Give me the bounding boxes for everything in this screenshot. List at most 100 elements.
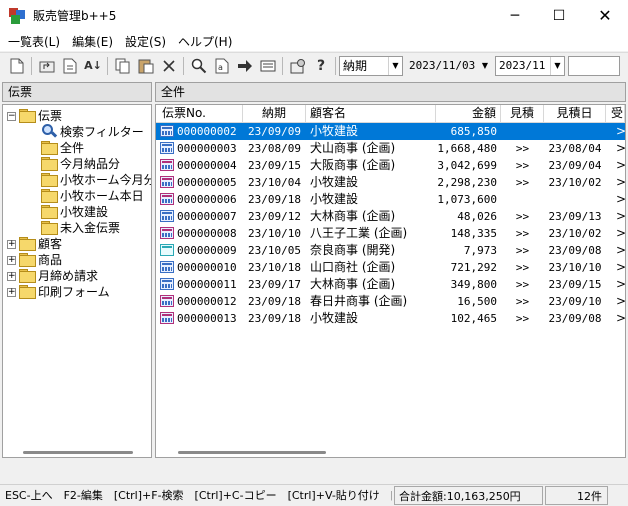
- left-pane-header: 伝票: [2, 82, 152, 102]
- cell-estimate: >>: [515, 159, 530, 172]
- slip-icon: [160, 278, 174, 290]
- slip-list: 伝票No. 納期 顧客名 金額 見積 見積日 受 000000002 23/09/…: [155, 104, 626, 458]
- table-row[interactable]: 000000012 23/09/18 春日井商事 (企画) 16,500 >> 23/09…: [156, 293, 625, 310]
- copy-icon[interactable]: [112, 55, 134, 77]
- cell-customer: 小牧建設: [310, 192, 359, 206]
- help-icon[interactable]: ?: [310, 55, 332, 77]
- tree-item-slips[interactable]: 伝票: [19, 107, 62, 123]
- table-row[interactable]: 000000002 23/09/09 小牧建設 685,850 >: [156, 123, 625, 140]
- cell-amount: 2,298,230: [437, 176, 497, 189]
- properties-doc-icon[interactable]: [59, 55, 81, 77]
- up-folder-icon[interactable]: [36, 55, 58, 77]
- menu-help[interactable]: ヘルプ(H): [172, 33, 238, 50]
- search-input[interactable]: [568, 55, 620, 76]
- maximize-button[interactable]: ☐: [536, 0, 582, 31]
- column-header-customer[interactable]: 顧客名: [306, 105, 436, 123]
- column-header-estimate-date[interactable]: 見積日: [544, 105, 606, 123]
- cell-customer: 奈良商事 (開発): [310, 243, 396, 257]
- cell-slip-no: 000000003: [177, 142, 237, 155]
- delete-icon[interactable]: [158, 55, 180, 77]
- cell-estimate: >>: [515, 295, 530, 308]
- cell-received: >: [616, 191, 625, 208]
- month-select[interactable]: 2023/11 ▼: [495, 55, 565, 76]
- date-picker[interactable]: 2023/11/03 ▼: [406, 56, 492, 76]
- chevron-down-icon[interactable]: ▼: [478, 57, 492, 75]
- tree-item-this-month[interactable]: 今月納品分: [41, 155, 120, 171]
- collapse-toggle[interactable]: −: [7, 112, 16, 121]
- chevron-down-icon[interactable]: ▼: [550, 56, 564, 75]
- menu-edit[interactable]: 編集(E): [66, 33, 119, 50]
- column-header-amount[interactable]: 金額: [436, 105, 501, 123]
- close-button[interactable]: ✕: [582, 0, 628, 31]
- menu-list[interactable]: 一覧表(L): [2, 33, 66, 50]
- cell-slip-no: 000000012: [177, 295, 237, 308]
- table-row[interactable]: 000000007 23/09/12 大林商事 (企画) 48,026 >> 23/09/…: [156, 208, 625, 225]
- tree-item-all[interactable]: 全件: [41, 139, 84, 155]
- tree-item-products[interactable]: 商品: [19, 251, 62, 267]
- find-next-icon[interactable]: a: [211, 55, 233, 77]
- cell-estimate-date: 23/09/10: [548, 295, 602, 308]
- tree-item-label: 今月納品分: [60, 156, 121, 171]
- list-view-icon[interactable]: [257, 55, 279, 77]
- right-pane-title: 全件: [161, 85, 186, 99]
- column-header-no[interactable]: 伝票No.: [156, 105, 243, 123]
- slip-icon: [160, 312, 174, 324]
- list-horizontal-scrollbar[interactable]: [178, 451, 326, 454]
- table-row[interactable]: 000000013 23/09/18 小牧建設 102,465 >> 23/09/08 >: [156, 310, 625, 327]
- cell-amount: 1,668,480: [437, 142, 497, 155]
- new-document-icon[interactable]: [6, 55, 28, 77]
- table-row[interactable]: 000000003 23/08/09 犬山商事 (企画) 1,668,480 >> 23/…: [156, 140, 625, 157]
- cell-due-date: 23/09/17: [248, 278, 301, 291]
- column-header-received[interactable]: 受: [606, 105, 625, 123]
- cell-customer: 大阪商事 (企画): [310, 158, 396, 172]
- slip-icon: [160, 261, 174, 273]
- folder-icon: [19, 109, 36, 123]
- cell-received: >: [616, 157, 625, 174]
- table-row[interactable]: 000000010 23/10/18 山口商社 (企画) 721,292 >> 23/10…: [156, 259, 625, 276]
- cell-estimate-date: 23/09/04: [548, 159, 602, 172]
- expand-toggle[interactable]: +: [7, 256, 16, 265]
- tree-item-label: 顧客: [38, 236, 63, 251]
- table-row[interactable]: 000000009 23/10/05 奈良商事 (開発) 7,973 >> 23/09/0…: [156, 242, 625, 259]
- cell-amount: 102,465: [450, 312, 497, 325]
- settings-icon[interactable]: [287, 55, 309, 77]
- expand-toggle[interactable]: +: [7, 240, 16, 249]
- tree-item-unpaid[interactable]: 未入金伝票: [41, 219, 120, 235]
- toolbar-separator: [107, 56, 108, 75]
- status-hints: ESC-上へ F2-編集 [Ctrl]+F-検索 [Ctrl]+C-コピー [C…: [5, 489, 392, 502]
- tree-item-customers[interactable]: 顧客: [19, 235, 62, 251]
- tree-item-label: 月締め請求: [38, 268, 99, 283]
- tree-item-komaki-home-today[interactable]: 小牧ホーム本日: [41, 187, 144, 203]
- folder-icon: [41, 141, 58, 155]
- tree-item-monthly-billing[interactable]: 月締め請求: [19, 267, 98, 283]
- cell-received: >: [616, 276, 625, 293]
- cell-estimate: >>: [515, 176, 530, 189]
- table-row[interactable]: 000000005 23/10/04 小牧建設 2,298,230 >> 23/10/02…: [156, 174, 625, 191]
- tree-item-search-filter[interactable]: 検索フィルター: [41, 123, 144, 139]
- paste-icon[interactable]: [135, 55, 157, 77]
- month-select-value: 2023/11: [499, 59, 546, 72]
- table-row[interactable]: 000000011 23/09/17 大林商事 (企画) 349,800 >> 23/09…: [156, 276, 625, 293]
- tree-item-komaki-home-month[interactable]: 小牧ホーム今月分: [41, 171, 151, 187]
- expand-toggle[interactable]: +: [7, 272, 16, 281]
- tree-horizontal-scrollbar[interactable]: [23, 451, 133, 454]
- column-header-estimate[interactable]: 見積: [501, 105, 544, 123]
- cell-slip-no: 000000009: [177, 244, 237, 257]
- date-field-select[interactable]: 納期 ▼: [339, 55, 403, 76]
- tree-item-print-forms[interactable]: 印刷フォーム: [19, 283, 110, 299]
- table-row[interactable]: 000000006 23/09/18 小牧建設 1,073,600 >: [156, 191, 625, 208]
- minimize-button[interactable]: ─: [492, 0, 538, 31]
- arrow-right-icon[interactable]: [234, 55, 256, 77]
- search-icon[interactable]: [188, 55, 210, 77]
- menu-settings[interactable]: 設定(S): [119, 33, 172, 50]
- column-header-due[interactable]: 納期: [243, 105, 306, 123]
- chevron-down-icon[interactable]: ▼: [388, 56, 402, 75]
- cell-amount: 349,800: [450, 278, 497, 291]
- sort-az-icon[interactable]: A↓: [82, 55, 104, 77]
- tree-item-komaki-kensetsu[interactable]: 小牧建設: [41, 203, 108, 219]
- table-row[interactable]: 000000008 23/10/10 八王子工業 (企画) 148,335 >> 23/1…: [156, 225, 625, 242]
- expand-toggle[interactable]: +: [7, 288, 16, 297]
- tree-item-label: 小牧建設: [60, 204, 109, 219]
- table-row[interactable]: 000000004 23/09/15 大阪商事 (企画) 3,042,699 >> 23/…: [156, 157, 625, 174]
- cell-amount: 148,335: [450, 227, 497, 240]
